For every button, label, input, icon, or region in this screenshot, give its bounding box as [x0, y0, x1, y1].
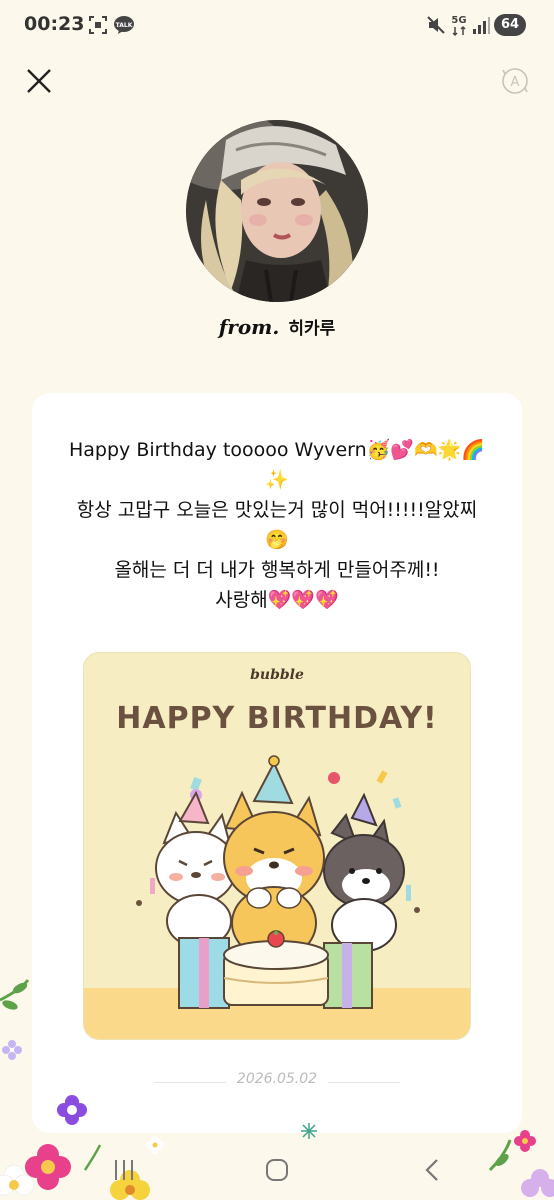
sender-line: from. 히카루: [0, 314, 554, 339]
translate-icon: A: [502, 68, 528, 94]
home-icon: [266, 1159, 288, 1181]
svg-text:TALK: TALK: [116, 22, 133, 29]
sender-avatar: [186, 120, 368, 302]
network-label: 5G: [451, 15, 466, 26]
message-line: 사랑해💖💖💖: [215, 589, 339, 611]
back-button[interactable]: [413, 1154, 453, 1186]
message-text: Happy Birthday tooooo Wyvern🥳💕🫶🌟🌈 ✨ 항상 고…: [52, 435, 502, 615]
date-divider: [328, 1082, 400, 1083]
message-line: ✨: [265, 469, 289, 491]
letter-card: Happy Birthday tooooo Wyvern🥳💕🫶🌟🌈 ✨ 항상 고…: [32, 393, 522, 1133]
recent-apps-icon: [115, 1160, 133, 1180]
close-icon: [27, 69, 51, 93]
bubble-logo: bubble: [250, 667, 304, 683]
date-row: 2026.05.02: [32, 1071, 522, 1095]
translate-button[interactable]: A: [500, 66, 530, 96]
navigation-bar: [0, 1140, 554, 1200]
message-line: 항상 고맙구 오늘은 맛있는거 많이 먹어!!!!!알았찌: [76, 499, 478, 521]
birthday-card-image: bubble HAPPY BIRTHDAY!: [83, 652, 471, 1040]
recent-apps-button[interactable]: [104, 1154, 144, 1186]
from-prefix: from.: [218, 315, 280, 339]
close-button[interactable]: [24, 66, 54, 96]
status-bar: 00:23 TALK 5G 64: [0, 0, 554, 52]
message-line: 올해는 더 더 내가 행복하게 만들어주께!!: [114, 559, 440, 581]
sender-name: 히카루: [288, 319, 336, 339]
screenshot-icon: [88, 15, 108, 39]
battery-icon: 64: [494, 14, 526, 36]
message-line: 🤭: [265, 529, 289, 551]
birthday-title: HAPPY BIRTHDAY!: [116, 701, 438, 736]
mute-icon: [427, 15, 445, 39]
status-time: 00:23: [24, 13, 85, 35]
kakaotalk-icon: TALK: [113, 15, 135, 39]
svg-text:A: A: [511, 75, 520, 90]
5g-icon: 5G: [450, 13, 468, 41]
message-line: Happy Birthday tooooo Wyvern🥳💕🫶🌟🌈: [69, 439, 485, 461]
back-icon: [425, 1159, 438, 1181]
message-date: 2026.05.02: [236, 1071, 318, 1087]
signal-icon: [472, 15, 490, 39]
home-button[interactable]: [257, 1154, 297, 1186]
